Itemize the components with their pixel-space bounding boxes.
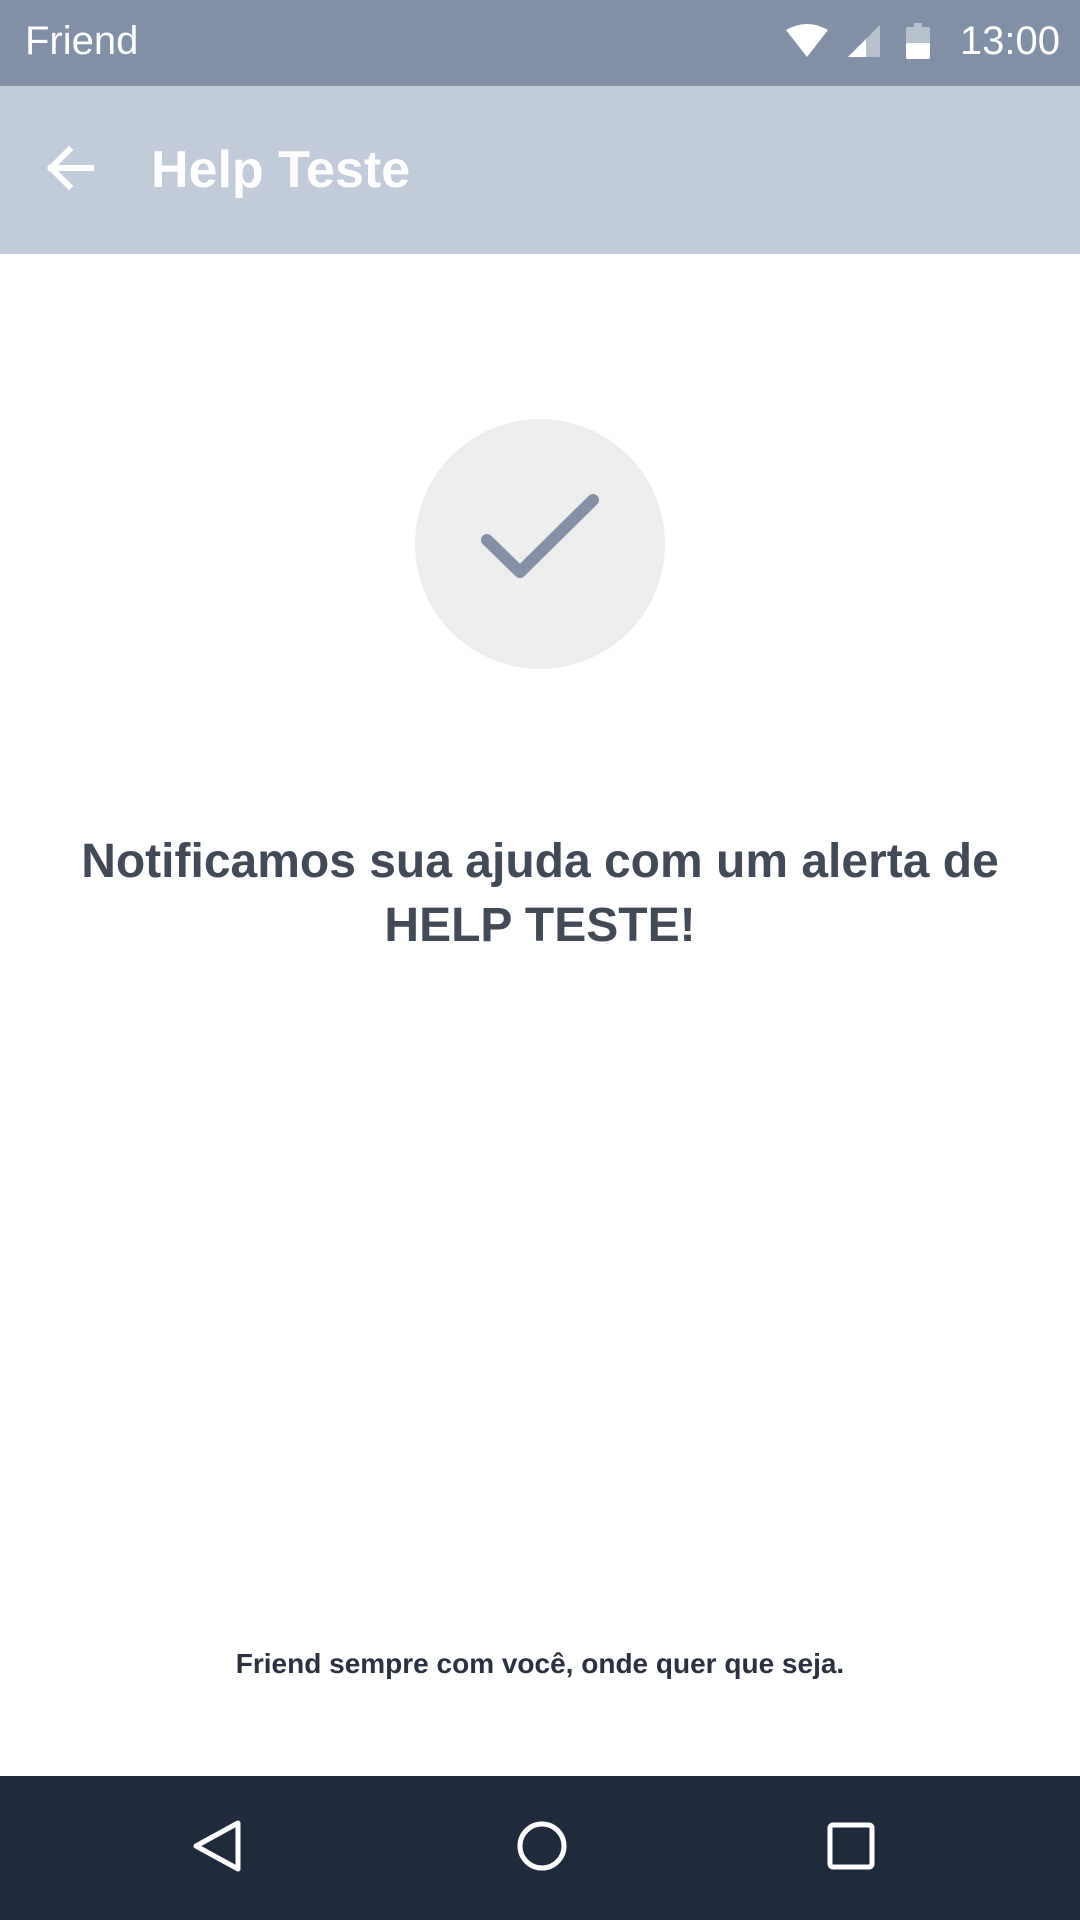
arrow-back-icon — [45, 143, 95, 198]
nav-back-icon — [190, 1819, 244, 1878]
navigation-bar — [0, 1776, 1080, 1920]
wifi-icon — [785, 24, 828, 58]
nav-recents-icon — [826, 1821, 876, 1876]
signal-icon — [847, 25, 880, 57]
nav-back-button[interactable] — [172, 1803, 262, 1893]
status-bar: Friend 13:00 — [0, 0, 1080, 86]
confirmation-message: Notificamos sua ajuda com um alerta de H… — [81, 835, 999, 952]
nav-recents-button[interactable] — [806, 1803, 896, 1893]
check-icon — [475, 492, 605, 597]
page-title: Help Teste — [151, 141, 411, 199]
status-icons: 13:00 — [785, 0, 1060, 82]
status-time: 13:00 — [959, 19, 1060, 63]
success-indicator — [415, 419, 665, 669]
app-bar: Help Teste — [0, 86, 1080, 254]
battery-icon — [905, 23, 930, 59]
nav-home-button[interactable] — [497, 1803, 587, 1893]
nav-home-icon — [516, 1820, 568, 1877]
screen: Friend 13:00 Help Teste Notificamos sua … — [0, 0, 1080, 1920]
footer-tagline: Friend sempre com você, onde quer que se… — [235, 1648, 845, 1679]
back-button[interactable] — [30, 130, 110, 210]
status-app-name: Friend — [25, 19, 139, 63]
